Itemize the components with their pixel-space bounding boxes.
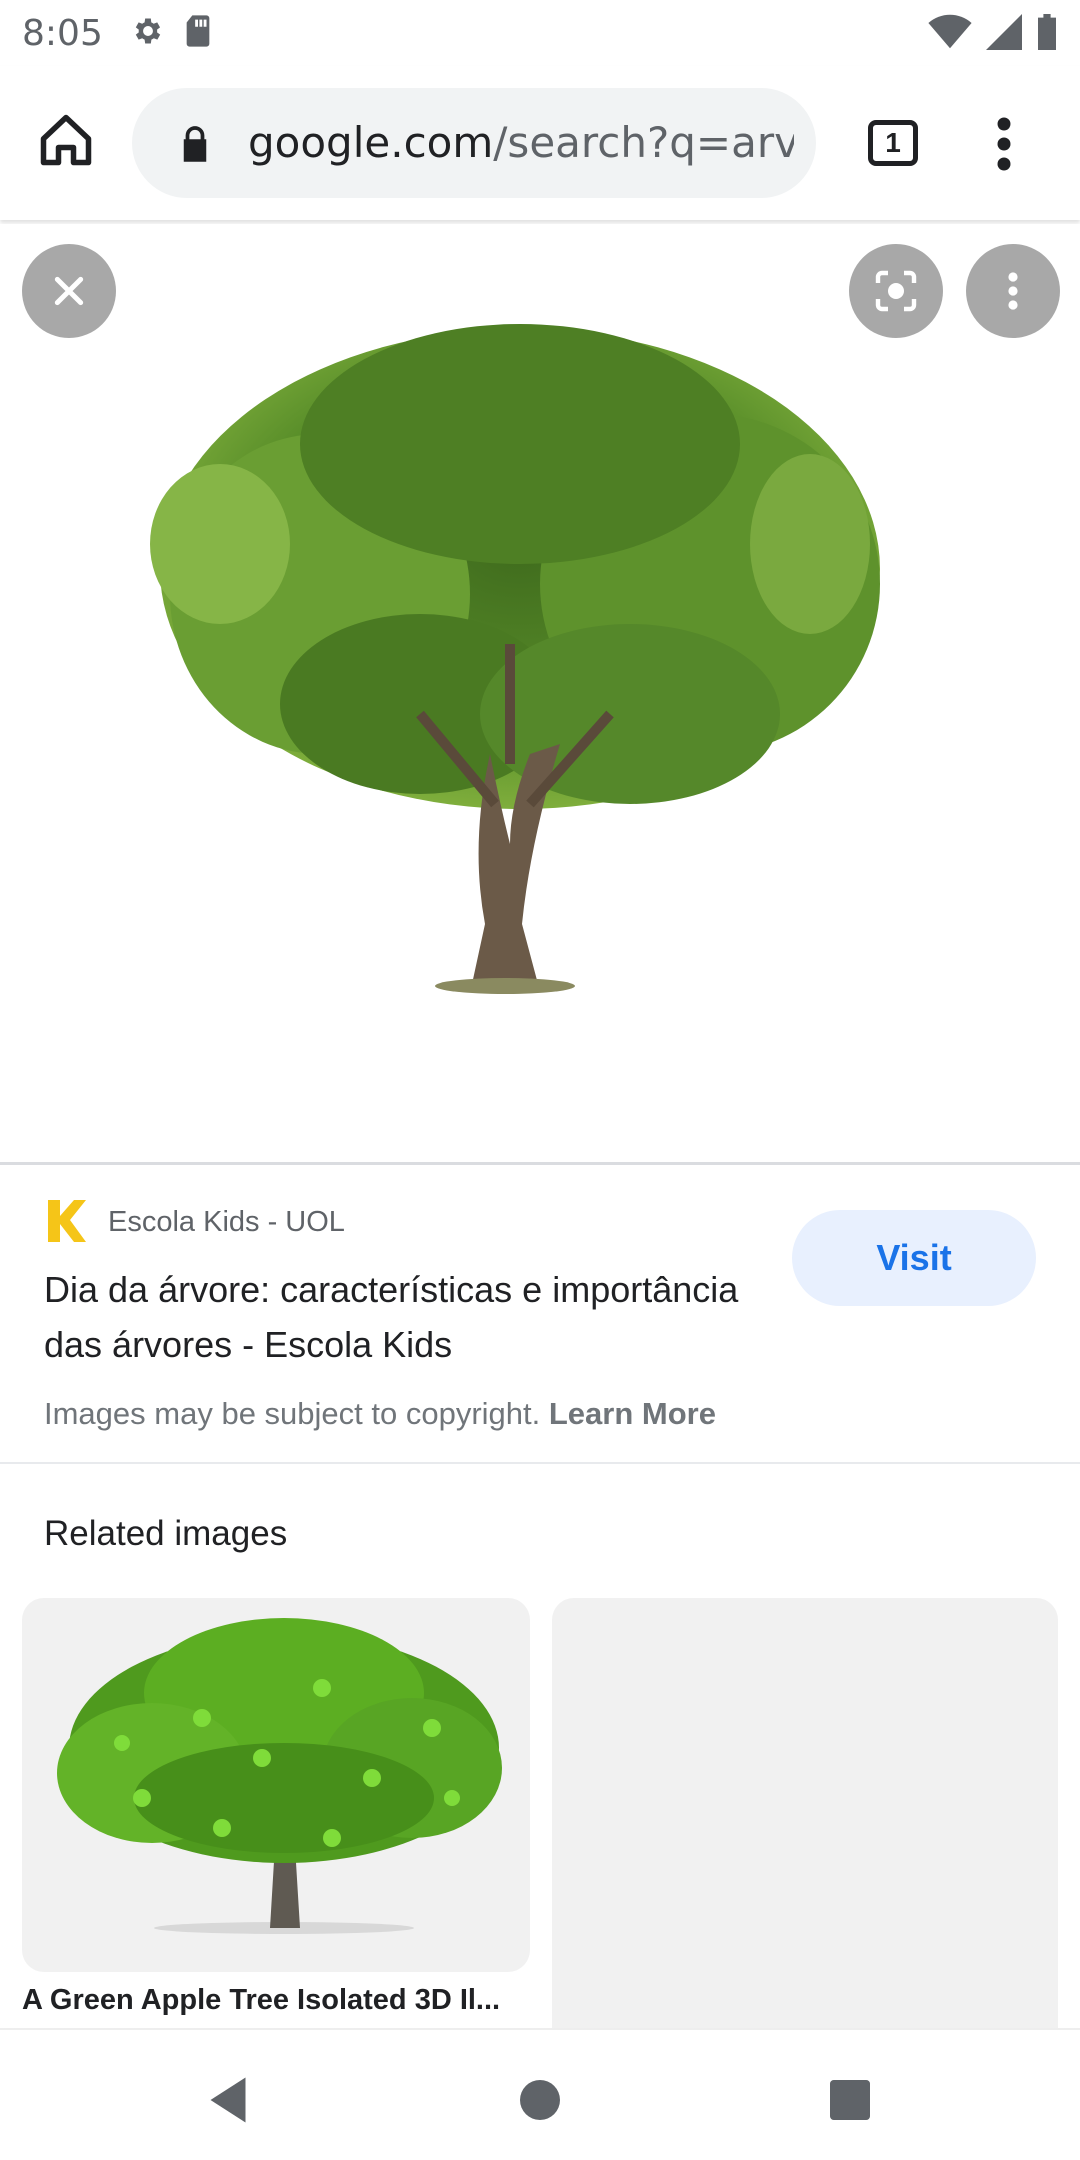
related-images-heading: Related images xyxy=(44,1514,288,1553)
divider xyxy=(0,1462,1080,1464)
browser-menu-button[interactable] xyxy=(984,114,1024,174)
close-button[interactable] xyxy=(22,244,116,338)
learn-more-link[interactable]: Learn More xyxy=(549,1396,716,1431)
more-vert-icon xyxy=(1008,272,1018,310)
recents-icon xyxy=(830,2080,870,2120)
source-name[interactable]: Escola Kids - UOL xyxy=(108,1206,345,1239)
result-title[interactable]: Dia da árvore: características e importâ… xyxy=(44,1262,764,1372)
close-icon xyxy=(54,276,84,306)
settings-icon xyxy=(131,14,165,53)
screen: 8:05 google.com/search?q=arv 1 Escola Ki… xyxy=(0,0,1080,2160)
image-viewer xyxy=(0,224,1080,1162)
copyright-text: Images may be subject to copyright. xyxy=(44,1396,541,1431)
apple-tree-thumbnail xyxy=(57,1618,502,1934)
lens-icon xyxy=(875,270,917,312)
back-icon xyxy=(210,2077,246,2123)
related-image-card[interactable] xyxy=(22,1598,530,1972)
divider xyxy=(0,1162,1080,1165)
url-host: google.com xyxy=(248,118,494,167)
back-button[interactable] xyxy=(198,2070,258,2130)
system-nav-bar xyxy=(0,2028,1080,2160)
recents-button[interactable] xyxy=(820,2070,880,2130)
lens-search-button[interactable] xyxy=(849,244,943,338)
url-path: /search?q=arvore xyxy=(493,118,794,167)
status-bar: 8:05 xyxy=(0,0,1080,66)
status-time: 8:05 xyxy=(22,12,103,54)
battery-icon xyxy=(1036,14,1058,55)
home-icon xyxy=(40,114,92,166)
copyright-notice: Images may be subject to copyright. Lear… xyxy=(44,1396,716,1432)
url-text[interactable]: google.com/search?q=arvore xyxy=(248,118,794,168)
sd-card-icon xyxy=(183,14,213,53)
related-image-card-placeholder[interactable] xyxy=(552,1598,1058,2038)
visit-button[interactable]: Visit xyxy=(792,1210,1036,1306)
escola-kids-favicon-icon xyxy=(48,1200,86,1242)
omnibox[interactable]: google.com/search?q=arvore xyxy=(132,88,816,198)
tab-count: 1 xyxy=(885,127,901,158)
home-button[interactable] xyxy=(36,110,96,170)
more-vert-icon xyxy=(997,117,1011,171)
home-circle-icon xyxy=(520,2080,560,2120)
status-right-icons xyxy=(928,14,1058,55)
home-nav-button[interactable] xyxy=(510,2070,570,2130)
tree-image[interactable] xyxy=(90,284,970,1114)
browser-toolbar: google.com/search?q=arvore 1 xyxy=(0,66,1080,220)
lock-icon xyxy=(183,126,207,162)
tab-switcher-button[interactable]: 1 xyxy=(868,120,918,166)
cell-signal-icon xyxy=(986,14,1022,55)
wifi-icon xyxy=(928,14,972,55)
related-image-caption[interactable]: A Green Apple Tree Isolated 3D Il... xyxy=(22,1984,512,2017)
image-more-button[interactable] xyxy=(966,244,1060,338)
